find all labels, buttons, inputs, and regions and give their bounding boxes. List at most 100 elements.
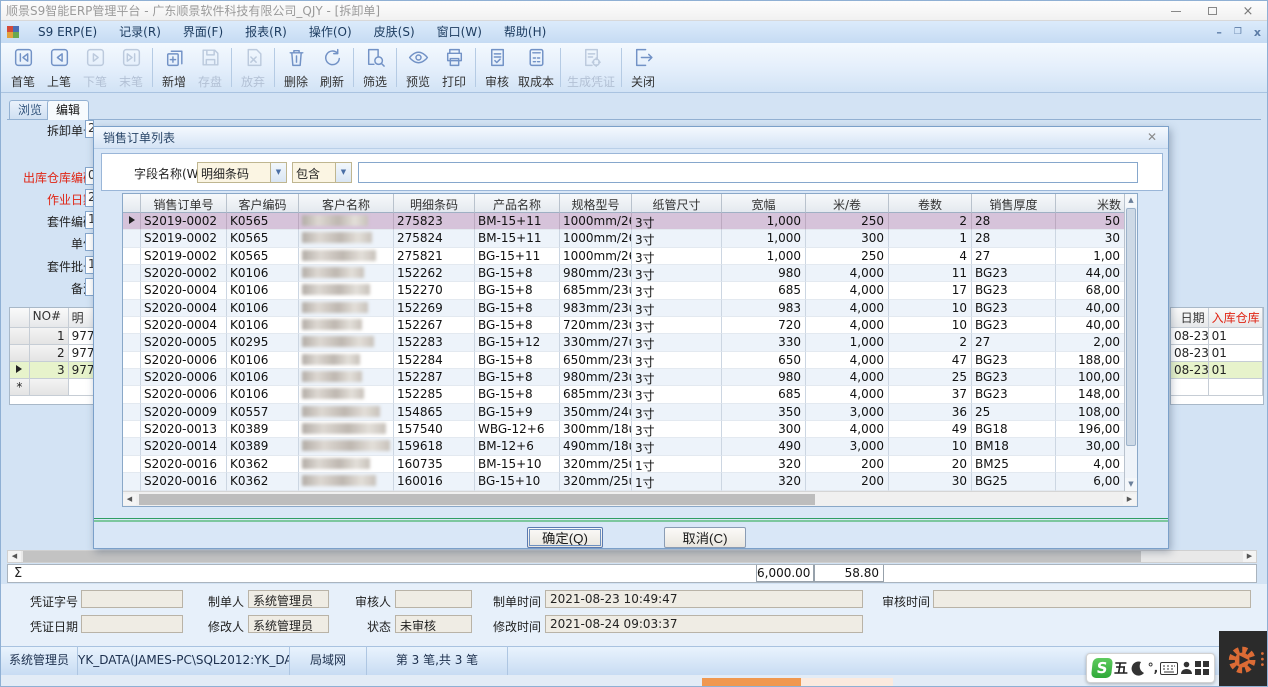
detail-grid-left[interactable]: NO#明197792297792397792* (9, 307, 98, 405)
mdi-window-controls: – ❐ x (1216, 21, 1261, 43)
detail-grid-row[interactable]: 297792 (10, 345, 97, 362)
keyboard-icon[interactable] (1160, 662, 1178, 675)
table-row[interactable]: S2020-0014K0389159618BM-12+6490mm/18um..… (123, 438, 1137, 455)
detail-grid-row[interactable] (1171, 379, 1263, 396)
table-row[interactable]: S2020-0013K0389157540WBG-12+6300mm/18um.… (123, 421, 1137, 438)
table-row[interactable]: S2020-0006K0106152284BG-15+8650mm/23um..… (123, 352, 1137, 369)
menu-item-8[interactable]: 帮助(H) (493, 25, 557, 39)
toolbar-button-prev-record[interactable]: 上笔 (41, 45, 77, 90)
table-row[interactable]: S2020-0002K0106152262BG-15+8980mm/23um..… (123, 265, 1137, 282)
table-cell: 3寸 (632, 334, 722, 351)
moon-icon[interactable] (1130, 660, 1146, 676)
row-selector-cell (123, 352, 141, 369)
table-row[interactable]: S2019-0002K0565275821BG-15+111000mm/26u.… (123, 248, 1137, 265)
table-row[interactable]: S2020-0016K0362160735BM-15+10320mm/25um.… (123, 456, 1137, 473)
ok-button[interactable]: 确定(Q) (527, 527, 603, 548)
search-input[interactable] (358, 162, 1138, 183)
table-row[interactable]: S2020-0004K0106152269BG-15+8983mm/23um..… (123, 300, 1137, 317)
grid-vertical-scrollbar[interactable]: ▲ ▼ (1124, 194, 1137, 491)
detail-grid-right[interactable]: 日期入库仓库08-230108-230108-2301 (1170, 307, 1264, 405)
menu-item-2[interactable]: 记录(R) (108, 25, 172, 39)
scroll-thumb[interactable] (23, 551, 1141, 562)
column-header-4[interactable]: 明细条码 (394, 194, 475, 213)
toolbar-button-preview-eye[interactable]: 预览 (400, 45, 436, 90)
tab-edit[interactable]: 编辑 (47, 100, 89, 120)
detail-grid-row[interactable]: 197792 (10, 328, 97, 345)
chevron-down-icon[interactable]: ▼ (335, 163, 351, 182)
toolbar-button-calculator[interactable]: 取成本 (515, 45, 557, 90)
scroll-down-arrow[interactable]: ▼ (1125, 478, 1137, 491)
dialog-titlebar[interactable]: 销售订单列表 (94, 127, 1168, 149)
outer-horizontal-scrollbar[interactable]: ◀ ▶ (7, 550, 1257, 563)
window-minimize-button[interactable] (1169, 4, 1183, 18)
column-header-8[interactable]: 宽幅 (722, 194, 806, 213)
toolbar-button-printer[interactable]: 打印 (436, 45, 472, 90)
detail-grid-row[interactable]: * (10, 379, 97, 396)
column-header-10[interactable]: 卷数 (889, 194, 972, 213)
window-maximize-button[interactable] (1205, 4, 1219, 18)
column-header-6[interactable]: 规格型号 (560, 194, 632, 213)
toolbar-button-new-doc[interactable]: 新增 (156, 45, 192, 90)
toolbar-button-first-record[interactable]: 首笔 (5, 45, 41, 90)
grid-horizontal-scrollbar[interactable]: ◀ ▶ (123, 491, 1137, 507)
detail-grid-row[interactable]: 08-2301 (1171, 362, 1263, 379)
table-row[interactable]: S2020-0009K0557154865BG-15+9350mm/24um..… (123, 404, 1137, 421)
table-row[interactable]: S2019-0002K0565275824BM-15+111000mm/26u.… (123, 230, 1137, 247)
mdi-minimize-button[interactable]: – (1216, 26, 1222, 39)
scroll-left-arrow[interactable]: ◀ (123, 494, 136, 505)
table-row[interactable]: S2020-0005K0295152283BG-15+12330mm/27um.… (123, 334, 1137, 351)
menu-item-1[interactable]: S9 ERP(E) (27, 25, 108, 39)
table-row[interactable]: S2020-0006K0106152285BG-15+8685mm/23um..… (123, 386, 1137, 403)
hscroll-thumb[interactable] (139, 494, 815, 505)
punctuation-icon[interactable]: °, (1148, 661, 1159, 675)
window-close-button[interactable]: × (1241, 4, 1255, 19)
column-header-9[interactable]: 米/卷 (806, 194, 889, 213)
detail-grid-row[interactable]: 08-2301 (1171, 328, 1263, 345)
sales-order-grid[interactable]: 销售订单号客户编码客户名称明细条码产品名称规格型号纸管尺寸宽幅米/卷卷数销售厚度… (122, 193, 1138, 507)
scroll-right-arrow[interactable]: ▶ (1123, 494, 1136, 505)
detail-grid-row[interactable]: 397792 (10, 362, 97, 379)
toolbar-button-close-exit[interactable]: 关闭 (625, 45, 661, 90)
table-cell: 10 (889, 300, 972, 317)
sogou-input-icon[interactable]: S (1091, 658, 1113, 678)
dialog-close-icon[interactable]: ✕ (1144, 130, 1160, 146)
detail-grid-cell (1209, 379, 1263, 396)
operator-select[interactable]: 包含 ▼ (292, 162, 352, 183)
column-header-1[interactable]: 销售订单号 (141, 194, 227, 213)
column-header-5[interactable]: 产品名称 (475, 194, 560, 213)
toolbar-button-filter-search[interactable]: 筛选 (357, 45, 393, 90)
toolbox-grid-icon[interactable] (1195, 661, 1209, 675)
column-header-11[interactable]: 销售厚度 (972, 194, 1056, 213)
tab-browse[interactable]: 浏览 (9, 100, 51, 119)
menu-item-6[interactable]: 皮肤(S) (363, 25, 426, 39)
toolbar-button-trash[interactable]: 删除 (278, 45, 314, 90)
table-row[interactable]: S2020-0006K0106152287BG-15+8980mm/23um..… (123, 369, 1137, 386)
menu-item-3[interactable]: 界面(F) (172, 25, 234, 39)
menu-item-7[interactable]: 窗口(W) (426, 25, 493, 39)
table-row[interactable]: S2020-0004K0106152270BG-15+8685mm/23um..… (123, 282, 1137, 299)
table-row[interactable]: S2019-0002K0565275823BM-15+111000mm/26u.… (123, 213, 1137, 230)
mdi-restore-button[interactable]: ❐ (1234, 27, 1242, 37)
vscroll-thumb[interactable] (1126, 208, 1136, 446)
table-row[interactable]: S2020-0004K0106152267BG-15+8720mm/23um..… (123, 317, 1137, 334)
column-header-7[interactable]: 纸管尺寸 (632, 194, 722, 213)
scroll-up-arrow[interactable]: ▲ (1125, 194, 1137, 207)
toolbar-button-refresh[interactable]: 刷新 (314, 45, 350, 90)
wubi-mode-icon[interactable]: 五 (1114, 658, 1128, 678)
chevron-down-icon[interactable]: ▼ (270, 163, 286, 182)
column-header-2[interactable]: 客户编码 (227, 194, 299, 213)
mdi-close-button[interactable]: x (1254, 26, 1261, 39)
scroll-right-arrow[interactable]: ▶ (1243, 551, 1256, 562)
detail-grid-row[interactable]: 08-2301 (1171, 345, 1263, 362)
menu-item-4[interactable]: 报表(R) (234, 25, 298, 39)
table-row[interactable]: S2020-0016K0362160016BG-15+10320mm/25um.… (123, 473, 1137, 490)
table-cell: 3寸 (632, 369, 722, 386)
scroll-left-arrow[interactable]: ◀ (8, 551, 21, 562)
toolbar-button-audit-doc[interactable]: 审核 (479, 45, 515, 90)
field-select[interactable]: 明细条码 ▼ (197, 162, 287, 183)
cancel-button[interactable]: 取消(C) (664, 527, 746, 548)
taskbar-app-logo[interactable] (1219, 631, 1268, 687)
column-header-3[interactable]: 客户名称 (299, 194, 394, 213)
menu-item-5[interactable]: 操作(O) (298, 25, 363, 39)
person-icon[interactable] (1180, 661, 1193, 675)
